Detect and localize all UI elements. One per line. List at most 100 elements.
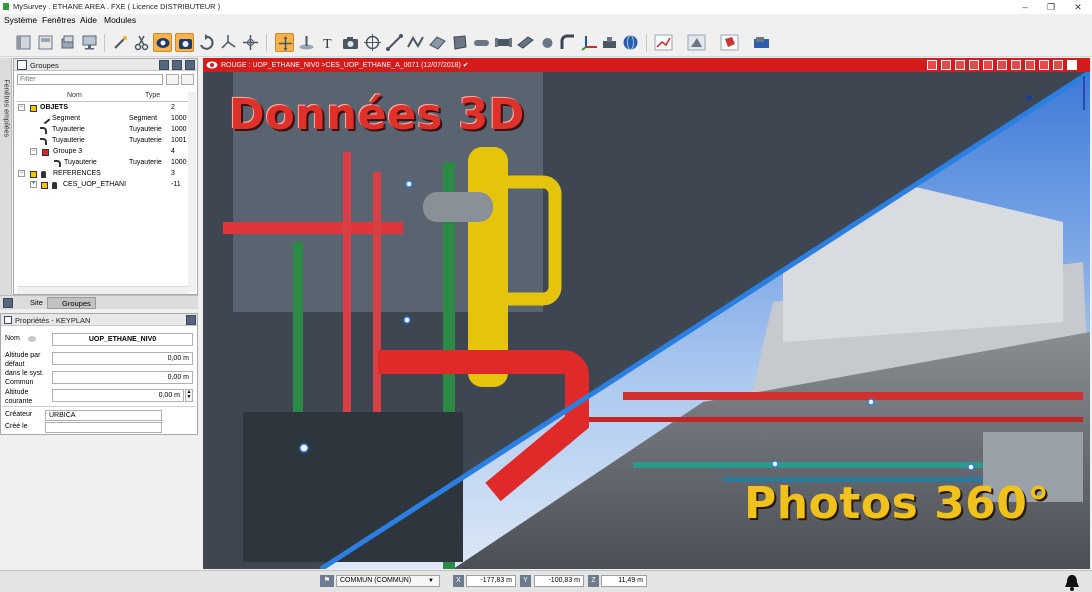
viewer-3d-360[interactable]: ROUGE : UOP_ETHANE_NIV0 >CES_UOP_ETHANE_… — [203, 58, 1090, 569]
target-icon[interactable] — [363, 33, 382, 52]
column-type[interactable]: Type — [145, 92, 160, 99]
viewer-photo-icon[interactable] — [927, 60, 937, 70]
photo-marker[interactable] — [967, 463, 975, 471]
photo-marker[interactable] — [771, 460, 779, 468]
axes-icon[interactable] — [219, 33, 238, 52]
viewer-breadcrumb[interactable]: ROUGE : UOP_ETHANE_NIV0 >CES_UOP_ETHANE_… — [221, 61, 469, 69]
tree-row-objets[interactable]: − OBJETS 2 — [17, 103, 189, 114]
menu-fenetres[interactable]: Fenêtres — [42, 15, 76, 25]
groups-horizontal-scrollbar[interactable] — [17, 286, 189, 294]
pin-panel-icon[interactable] — [3, 298, 13, 308]
photo-marker[interactable] — [1026, 95, 1032, 101]
close-button[interactable]: ✕ — [1066, 0, 1090, 14]
add-group-icon[interactable] — [159, 60, 169, 70]
tree-row-tuyauterie[interactable]: Tuyauterie Tuyauterie 1000 — [17, 158, 189, 169]
photo-icon[interactable] — [341, 33, 360, 52]
apply-filter-icon[interactable] — [181, 74, 194, 85]
tree-row-segment[interactable]: Segment Segment 1000 — [17, 114, 189, 125]
status-bar: ⚑ COMMUN (COMMUN) ▼ X -177,83 m Y -100,8… — [0, 570, 1092, 592]
syst-commun-field[interactable]: 0,00 m — [52, 371, 193, 384]
cree-le-field[interactable] — [45, 422, 162, 433]
layers-icon[interactable] — [58, 33, 77, 52]
clear-filter-icon[interactable] — [166, 74, 179, 85]
surface-icon[interactable] — [428, 33, 447, 52]
elbow-icon[interactable] — [558, 33, 577, 52]
polyline-icon[interactable] — [406, 33, 425, 52]
pipe-segment-icon[interactable] — [494, 33, 513, 52]
pan-icon[interactable] — [275, 33, 294, 52]
view-360-icon[interactable] — [153, 33, 172, 52]
clipping-box-icon[interactable] — [720, 33, 739, 52]
map-layer-icon[interactable] — [752, 33, 771, 52]
tree-row-tuyauterie[interactable]: Tuyauterie Tuyauterie 1001 — [17, 136, 189, 147]
altitude-defaut-field[interactable]: 0,00 m — [52, 352, 193, 365]
viewer-color-icon[interactable] — [941, 60, 951, 70]
globe-icon[interactable] — [621, 33, 640, 52]
sphere-icon[interactable] — [538, 33, 557, 52]
collapse-icon[interactable]: − — [18, 170, 25, 177]
viewer-last-icon[interactable] — [1039, 60, 1049, 70]
maximize-button[interactable]: ❐ — [1039, 0, 1063, 14]
properties-menu-icon[interactable] — [186, 315, 196, 325]
notification-bell-icon[interactable] — [1062, 573, 1082, 591]
profile-view-icon[interactable] — [654, 33, 673, 52]
photo-marker[interactable] — [299, 443, 309, 453]
section-view-icon[interactable] — [687, 33, 706, 52]
tree-row-groupe-3[interactable]: − Groupe 3 4 — [17, 147, 189, 158]
groups-vertical-scrollbar[interactable] — [188, 92, 196, 292]
trash-icon[interactable] — [172, 60, 182, 70]
menu-systeme[interactable]: Système — [4, 15, 37, 25]
camera-view-icon[interactable] — [175, 33, 194, 52]
crosshair-move-icon[interactable] — [241, 33, 260, 52]
monitor-icon[interactable] — [80, 33, 99, 52]
groups-panel: Groupes Nom Type − OBJETS 2 Segment Segm… — [13, 58, 198, 295]
pipe-icon[interactable] — [472, 33, 491, 52]
photo-marker[interactable] — [405, 180, 413, 188]
panel-menu-icon[interactable] — [185, 60, 195, 70]
viewer-display-icon[interactable] — [983, 60, 993, 70]
coordinate-system-icon[interactable]: ⚑ — [320, 575, 334, 587]
viewer-first-icon[interactable] — [1025, 60, 1035, 70]
magic-wand-icon[interactable] — [111, 33, 130, 52]
new-project-icon[interactable] — [14, 33, 33, 52]
viewer-zoom-icon[interactable] — [997, 60, 1007, 70]
viewer-close-icon[interactable] — [1067, 60, 1077, 70]
beam-icon[interactable] — [516, 33, 535, 52]
createur-field[interactable]: URBICA — [45, 410, 162, 421]
line-tool-icon[interactable] — [385, 33, 404, 52]
scissors-icon[interactable] — [132, 33, 151, 52]
equipment-icon[interactable] — [600, 33, 619, 52]
visibility-icon[interactable] — [28, 336, 36, 342]
ground-point-icon[interactable] — [297, 33, 316, 52]
polygon-icon[interactable] — [450, 33, 469, 52]
collapse-icon[interactable]: − — [18, 104, 25, 111]
chevron-down-icon[interactable]: ▼ — [428, 578, 434, 584]
viewer-minimize-icon[interactable] — [1053, 60, 1063, 70]
text-tool-icon[interactable]: T — [319, 33, 338, 52]
altitude-courante-field[interactable]: 0,00 m — [52, 389, 184, 402]
tab-site[interactable]: Site — [16, 297, 47, 309]
viewer-palette-icon[interactable] — [955, 60, 965, 70]
tree-row-ces-uop[interactable]: + CES_UOP_ETHANI -11 — [17, 180, 189, 191]
coordinate-system-select[interactable]: COMMUN (COMMUN) — [336, 575, 440, 587]
open-project-icon[interactable] — [36, 33, 55, 52]
nom-field[interactable]: UOP_ETHANE_NIV0 — [52, 333, 193, 346]
collapse-icon[interactable]: − — [30, 148, 37, 155]
rotate-icon[interactable] — [197, 33, 216, 52]
groups-filter-input[interactable] — [17, 74, 163, 85]
menu-modules[interactable]: Modules — [104, 15, 136, 25]
tree-row-tuyauterie[interactable]: Tuyauterie Tuyauterie 1000 — [17, 125, 189, 136]
column-nom[interactable]: Nom — [67, 92, 82, 99]
tab-groupes[interactable]: Groupes — [47, 297, 96, 309]
photo-marker[interactable] — [403, 316, 411, 324]
viewer-binoculars-icon[interactable] — [969, 60, 979, 70]
minimize-button[interactable]: – — [1013, 0, 1037, 14]
stacked-windows-tab[interactable]: Fenêtres empilées — [0, 58, 12, 310]
photo-marker[interactable] — [867, 398, 875, 406]
viewer-screen-icon[interactable] — [1011, 60, 1021, 70]
expand-icon[interactable]: + — [30, 181, 37, 188]
axis-gizmo-icon[interactable] — [580, 33, 599, 52]
menu-aide[interactable]: Aide — [80, 15, 97, 25]
tree-row-references[interactable]: − REFERENCES 3 — [17, 169, 189, 180]
altitude-spinner[interactable]: ▲ ▼ — [185, 389, 193, 402]
